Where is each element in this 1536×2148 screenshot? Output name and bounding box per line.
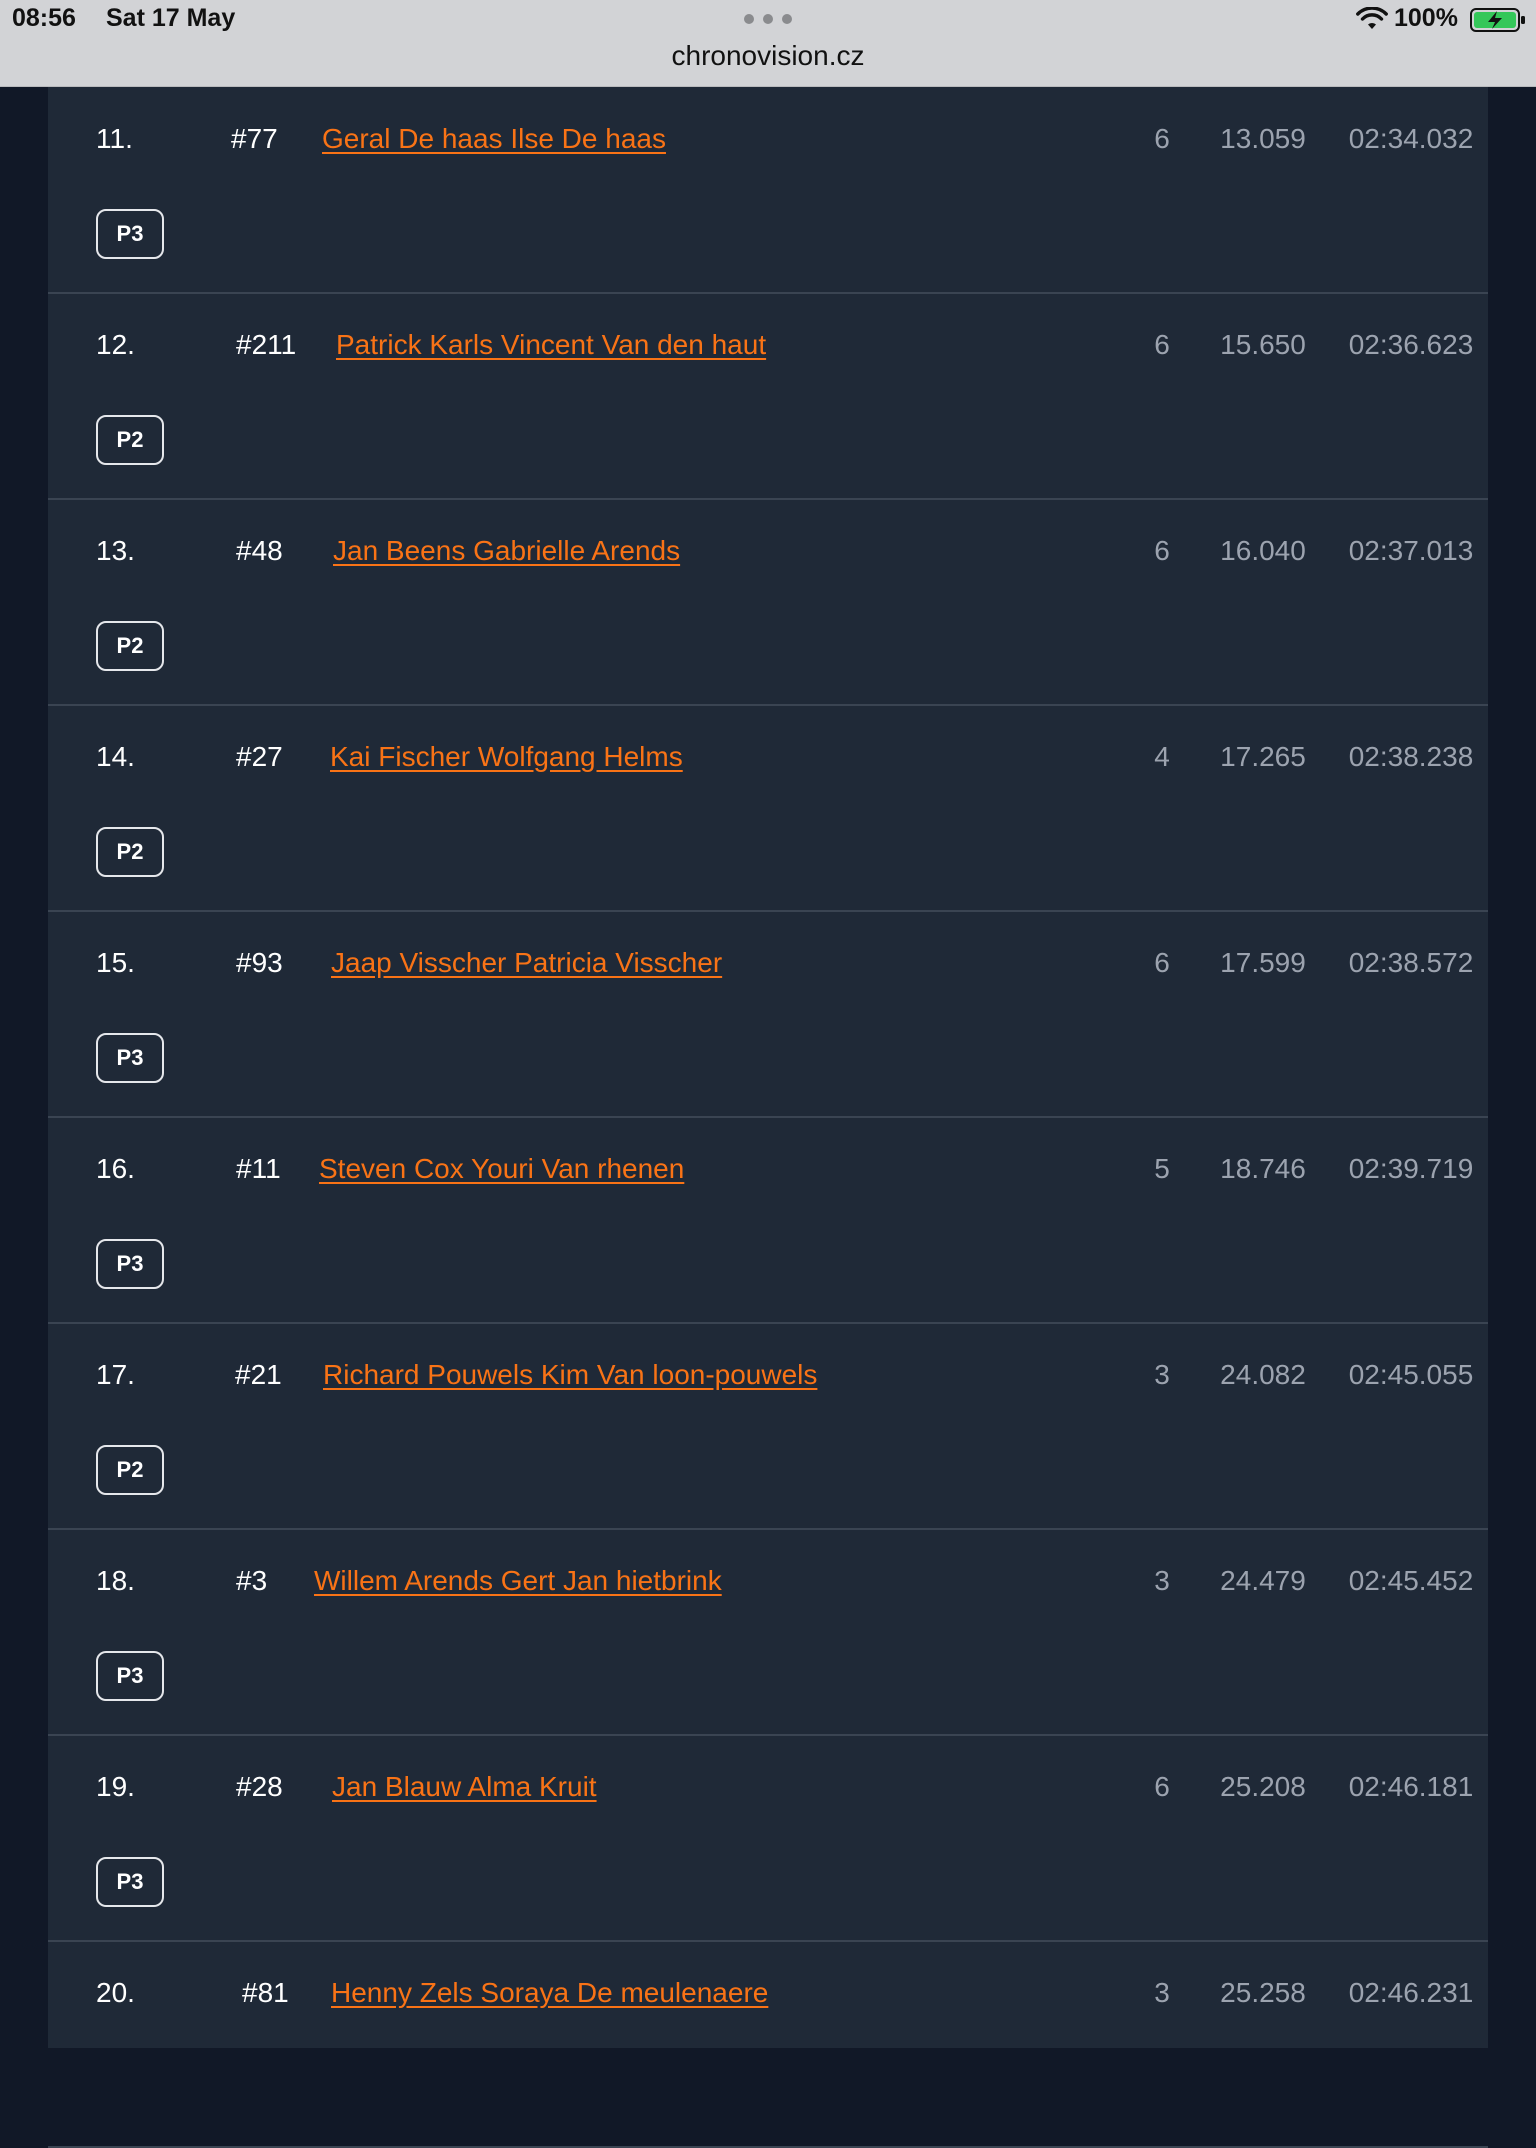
start-number-cell: #11 — [236, 1153, 281, 1184]
gap-cell: 24.479 — [1220, 1565, 1306, 1596]
class-badge: P3 — [96, 209, 164, 259]
table-row: 12. #211 Patrick Karls Vincent Van den hau… — [48, 293, 1488, 500]
gap-cell: 13.059 — [1220, 123, 1306, 154]
battery-charging-icon — [1470, 8, 1525, 32]
table-row: 15. #93 Jaap Visscher Patricia Visscher 6 17… — [48, 911, 1488, 1118]
total-time-cell: 02:38.572 — [1348, 947, 1474, 978]
table-row: 14. #27 Kai Fischer Wolfgang Helms 4 17.265 0… — [48, 705, 1488, 912]
gap-cell: 25.208 — [1220, 1771, 1306, 1802]
position-cell: 11. — [96, 123, 133, 154]
position-cell: 15. — [96, 947, 135, 978]
status-time: 08:56 — [12, 4, 76, 32]
table-row: 16. #11 Steven Cox Youri Van rhenen 5 18.746… — [48, 1117, 1488, 1324]
start-number-cell: #21 — [235, 1359, 282, 1390]
position-cell: 18. — [96, 1565, 135, 1596]
gap-cell: 17.599 — [1220, 947, 1306, 978]
total-time-cell: 02:45.452 — [1348, 1565, 1474, 1596]
start-number-cell: #77 — [231, 123, 278, 154]
table-row: 17. #21 Richard Pouwels Kim Van loon-pouwe… — [48, 1323, 1488, 1530]
total-time-cell: 02:34.032 — [1348, 123, 1474, 154]
class-badge: P3 — [96, 1239, 164, 1289]
address-bar-url[interactable]: chronovision.cz — [0, 40, 1536, 72]
battery-percent: 100% — [1394, 4, 1458, 32]
gap-cell: 16.040 — [1220, 535, 1306, 566]
results-list: 11. #77 Geral De haas Ilse De haas 6 13.059 0… — [48, 87, 1488, 2148]
status-date: Sat 17 May — [106, 4, 236, 32]
wifi-icon — [1356, 7, 1388, 29]
class-badge: P2 — [96, 1445, 164, 1495]
total-time-cell: 02:37.013 — [1348, 535, 1474, 566]
start-number-cell: #211 — [236, 329, 297, 360]
crew-name-link[interactable]: Willem Arends Gert Jan hietbrink — [314, 1565, 722, 1597]
crew-name-link[interactable]: Henny Zels Soraya De meulenaere — [331, 1977, 768, 2009]
crew-name-link[interactable]: Geral De haas Ilse De haas — [322, 123, 666, 155]
position-cell: 14. — [96, 741, 135, 772]
position-cell: 16. — [96, 1153, 135, 1184]
gap-cell: 24.082 — [1220, 1359, 1306, 1390]
table-row: 20. #81 Henny Zels Soraya De meulenaere 3 25… — [48, 1941, 1488, 2148]
class-badge: P2 — [96, 415, 164, 465]
start-number-cell: #93 — [236, 947, 283, 978]
crew-name-link[interactable]: Steven Cox Youri Van rhenen — [319, 1153, 684, 1185]
class-badge: P3 — [96, 1033, 164, 1083]
start-number-cell: #3 — [236, 1565, 268, 1596]
crew-name-link[interactable]: Jaap Visscher Patricia Visscher — [331, 947, 722, 979]
browser-top-bar: 08:56 Sat 17 May 100% chronovision.cz — [0, 0, 1536, 87]
position-cell: 17. — [96, 1359, 135, 1390]
total-time-cell: 02:46.181 — [1348, 1771, 1474, 1802]
start-number-cell: #28 — [236, 1771, 283, 1802]
position-cell: 20. — [96, 1977, 135, 2008]
table-row: 19. #28 Jan Blauw Alma Kruit 6 25.208 02:46.1… — [48, 1735, 1488, 1942]
crew-name-link[interactable]: Jan Blauw Alma Kruit — [332, 1771, 597, 1803]
crew-name-link[interactable]: Jan Beens Gabrielle Arends — [333, 535, 680, 567]
crew-name-link[interactable]: Richard Pouwels Kim Van loon-pouwels — [323, 1359, 817, 1391]
table-row: 13. #48 Jan Beens Gabrielle Arends 6 16.040 0… — [48, 499, 1488, 706]
total-time-cell: 02:39.719 — [1348, 1153, 1474, 1184]
gap-cell: 18.746 — [1220, 1153, 1306, 1184]
total-time-cell: 02:46.231 — [1348, 1977, 1474, 2008]
table-row: 11. #77 Geral De haas Ilse De haas 6 13.059 0… — [48, 87, 1488, 294]
multitasking-dots-icon[interactable] — [744, 14, 792, 24]
start-number-cell: #81 — [242, 1977, 289, 2008]
total-time-cell: 02:38.238 — [1348, 741, 1474, 772]
class-badge: P3 — [96, 1651, 164, 1701]
table-row: 18. #3 Willem Arends Gert Jan hietbrink 3 24… — [48, 1529, 1488, 1736]
total-time-cell: 02:45.055 — [1348, 1359, 1474, 1390]
position-cell: 13. — [96, 535, 135, 566]
class-badge: P3 — [96, 1857, 164, 1907]
crew-name-link[interactable]: Kai Fischer Wolfgang Helms — [330, 741, 683, 773]
gap-cell: 15.650 — [1220, 329, 1306, 360]
start-number-cell: #27 — [236, 741, 283, 772]
start-number-cell: #48 — [236, 535, 283, 566]
class-badge: P2 — [96, 621, 164, 671]
gap-cell: 25.258 — [1220, 1977, 1306, 2008]
position-cell: 19. — [96, 1771, 135, 1802]
class-badge: P2 — [96, 827, 164, 877]
position-cell: 12. — [96, 329, 135, 360]
crew-name-link[interactable]: Patrick Karls Vincent Van den haut — [336, 329, 766, 361]
gap-cell: 17.265 — [1220, 741, 1306, 772]
total-time-cell: 02:36.623 — [1348, 329, 1474, 360]
